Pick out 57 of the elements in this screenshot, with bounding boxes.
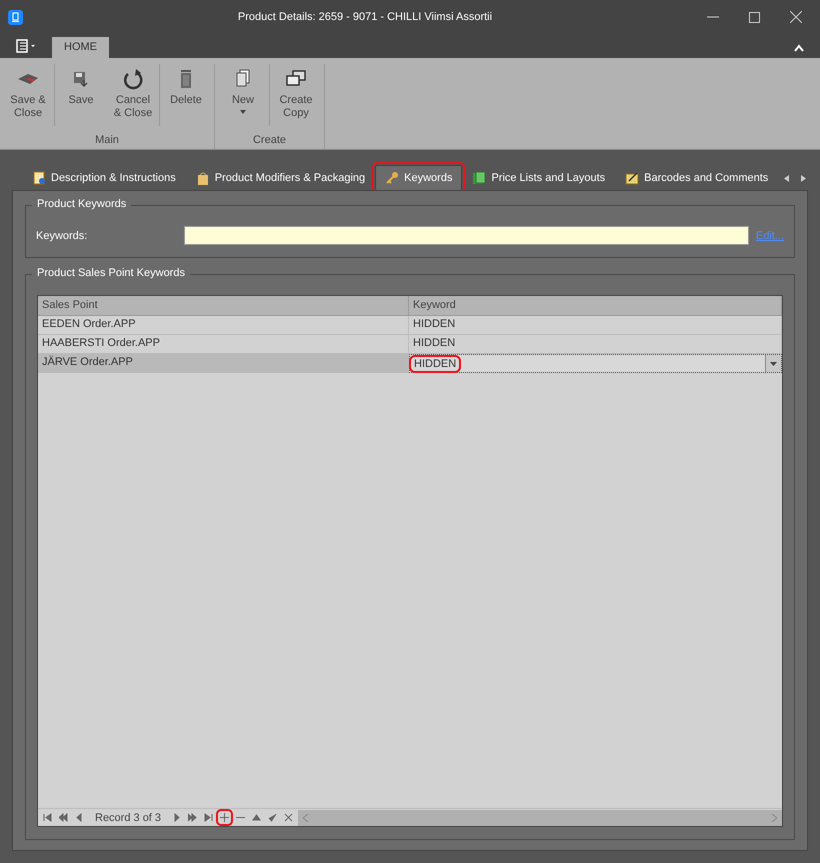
previous-record-icon	[75, 813, 84, 822]
menu-icon[interactable]	[16, 39, 38, 53]
caret-icon	[770, 362, 777, 366]
scroll-right-icon[interactable]	[801, 175, 806, 182]
group-label: Create	[252, 134, 286, 148]
ribbon-button[interactable]: New	[217, 64, 270, 126]
collapse-ribbon-icon[interactable]	[794, 44, 804, 52]
ribbon-tab[interactable]: HOME	[52, 37, 109, 58]
next-page-icon	[188, 813, 198, 822]
previous-page-icon	[59, 813, 68, 822]
column-header[interactable]: Sales Point	[38, 296, 409, 315]
bag-icon	[196, 171, 210, 185]
add-record-icon	[220, 813, 230, 822]
close-icon[interactable]	[790, 11, 802, 23]
next-page-button[interactable]	[186, 811, 200, 824]
maximize-icon[interactable]	[749, 12, 760, 22]
record-counter: Record 3 of 3	[94, 812, 162, 824]
table-cell: JÄRVE Order.APP	[38, 354, 409, 373]
last-record-button[interactable]	[202, 811, 216, 824]
first-record-icon	[43, 813, 52, 822]
save-record-button[interactable]	[266, 811, 280, 824]
group-title: Product Keywords	[32, 198, 132, 210]
tab[interactable]: Barcodes and Comments	[615, 165, 778, 190]
money-icon	[472, 171, 486, 185]
windows-icon	[285, 69, 307, 89]
note-icon	[625, 171, 640, 185]
ribbon-button[interactable]: Save & Close	[2, 64, 55, 126]
keywords-field[interactable]	[184, 226, 749, 245]
cancel-record-icon	[284, 813, 294, 822]
ribbon-button[interactable]: Create Copy	[270, 64, 322, 126]
edit-record-icon	[252, 813, 262, 822]
ribbon-button[interactable]: Delete	[160, 64, 212, 126]
tab[interactable]: Keywords	[375, 165, 462, 190]
scroll-left-icon[interactable]	[784, 175, 789, 182]
tab[interactable]: Description & Instructions	[22, 165, 186, 190]
cancel-record-button[interactable]	[282, 811, 296, 824]
previous-page-button[interactable]	[57, 811, 70, 824]
first-record-button[interactable]	[41, 811, 54, 824]
tab[interactable]: Price Lists and Layouts	[462, 165, 616, 190]
window-title: Product Details: 2659 - 9071 - CHILLI Viimsi Assortii	[236, 11, 494, 23]
document-icon	[32, 171, 46, 185]
save-record-icon	[268, 813, 278, 822]
app-logo-icon	[8, 10, 23, 24]
dropdown-button[interactable]	[765, 355, 781, 372]
next-record-icon	[172, 813, 182, 822]
undo-icon	[121, 68, 145, 90]
tab[interactable]: Product Modifiers & Packaging	[186, 165, 376, 190]
field-label: Keywords:	[36, 230, 88, 242]
last-record-icon	[204, 813, 214, 822]
key-icon	[385, 171, 400, 185]
group-label: Main	[95, 134, 119, 148]
group-title: Product Sales Point Keywords	[32, 267, 190, 279]
column-header[interactable]: Keyword	[409, 296, 782, 315]
ribbon-button[interactable]: Save	[55, 64, 107, 126]
add-record-button[interactable]	[218, 811, 232, 824]
ribbon-button[interactable]: Cancel & Close	[107, 64, 160, 126]
keyword-dropdown[interactable]: HIDDEN	[409, 354, 782, 373]
